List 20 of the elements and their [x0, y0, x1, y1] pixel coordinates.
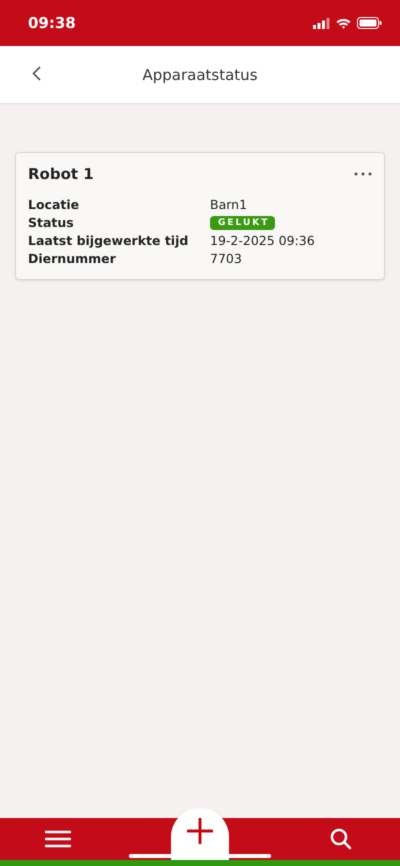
more-button[interactable]	[354, 172, 372, 176]
search-button[interactable]	[330, 828, 352, 850]
field-value: 19-2-2025 09:36	[210, 233, 316, 248]
field-label: Locatie	[28, 197, 80, 212]
signal-icon	[313, 18, 330, 28]
add-button[interactable]	[171, 808, 229, 860]
card-title: Robot 1	[28, 165, 94, 183]
menu-button[interactable]	[45, 830, 71, 848]
status-time: 09:38	[28, 14, 76, 32]
battery-icon	[357, 17, 382, 29]
back-button[interactable]	[32, 66, 41, 81]
field-label: Laatst bijgewerkte tijd	[28, 233, 190, 248]
field-value: Barn1	[210, 197, 248, 212]
wifi-icon	[336, 18, 351, 28]
field-value: 7703	[210, 251, 243, 266]
plus-icon	[187, 818, 213, 844]
status-badge: GELUKT	[210, 216, 276, 230]
page-title: Apparaatstatus	[142, 66, 258, 84]
field-label: Status	[28, 215, 75, 230]
field-label: Diernummer	[28, 251, 117, 266]
